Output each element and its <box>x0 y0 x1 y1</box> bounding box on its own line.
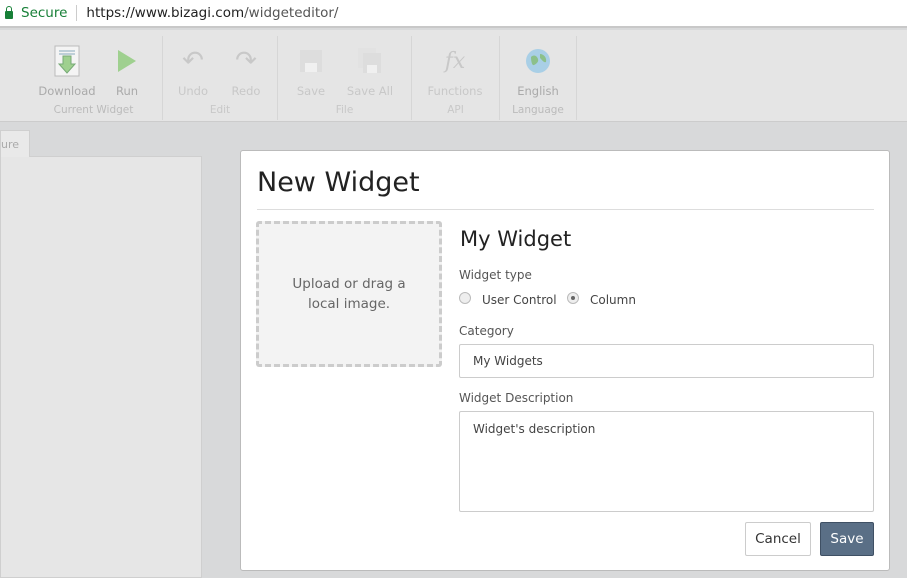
toolbar: Download Run Current Widget ↶ Undo ↷ Redo … <box>0 30 907 122</box>
run-button[interactable]: Run <box>97 44 157 98</box>
radio-column[interactable] <box>567 292 579 304</box>
url[interactable]: https://www.bizagi.com/widgeteditor/ <box>86 5 338 21</box>
download-icon <box>37 44 97 78</box>
widget-type-label: Widget type <box>459 268 532 282</box>
description-textarea[interactable]: Widget's description <box>459 411 874 512</box>
group-api: fx Functions API <box>412 36 500 120</box>
play-icon <box>97 44 157 78</box>
divider <box>76 5 78 21</box>
category-input[interactable]: My Widgets <box>459 344 874 378</box>
widget-name[interactable]: My Widget <box>460 227 571 251</box>
floppy-multiple-icon <box>340 44 400 78</box>
globe-icon <box>508 44 568 78</box>
save-toolbar-button[interactable]: Save <box>281 44 341 98</box>
undo-button[interactable]: ↶ Undo <box>163 44 223 98</box>
divider <box>257 209 874 210</box>
upload-text: Upload or drag a local image. <box>292 276 406 312</box>
download-button[interactable]: Download <box>37 44 97 98</box>
functions-button[interactable]: fx Functions <box>425 44 485 99</box>
radio-user-control[interactable] <box>459 292 471 304</box>
radio-label-user-control[interactable]: User Control <box>482 293 557 307</box>
lock-icon <box>5 6 13 19</box>
address-bar[interactable]: Secure https://www.bizagi.com/widgetedit… <box>0 0 907 28</box>
new-widget-dialog: New Widget Upload or drag a local image.… <box>240 150 890 571</box>
fx-icon: fx <box>444 48 466 74</box>
group-label: API <box>447 104 464 116</box>
group-file: Save Save All File <box>278 36 412 120</box>
group-label: File <box>335 104 354 116</box>
group-label: Current Widget <box>53 104 134 116</box>
radio-label-column[interactable]: Column <box>590 293 636 307</box>
floppy-icon <box>281 44 341 78</box>
left-tab[interactable]: ure <box>0 130 30 157</box>
save-button[interactable]: Save <box>820 522 874 556</box>
save-all-button[interactable]: Save All <box>340 44 400 98</box>
language-button[interactable]: English <box>508 44 568 98</box>
group-language: English Language <box>500 36 577 120</box>
image-upload-dropzone[interactable]: Upload or drag a local image. <box>256 221 442 367</box>
category-label: Category <box>459 324 514 338</box>
description-label: Widget Description <box>459 391 574 405</box>
redo-icon: ↷ <box>235 46 257 76</box>
secure-label: Secure <box>21 5 68 21</box>
left-panel <box>0 156 202 578</box>
group-edit: ↶ Undo ↷ Redo Edit <box>163 36 278 120</box>
redo-button[interactable]: ↷ Redo <box>216 44 276 98</box>
dialog-title: New Widget <box>257 167 420 198</box>
group-current-widget: Download Run Current Widget <box>25 36 163 120</box>
group-label: Edit <box>209 104 231 116</box>
cancel-button[interactable]: Cancel <box>745 522 811 556</box>
undo-icon: ↶ <box>182 46 204 76</box>
group-label: Language <box>512 104 564 116</box>
